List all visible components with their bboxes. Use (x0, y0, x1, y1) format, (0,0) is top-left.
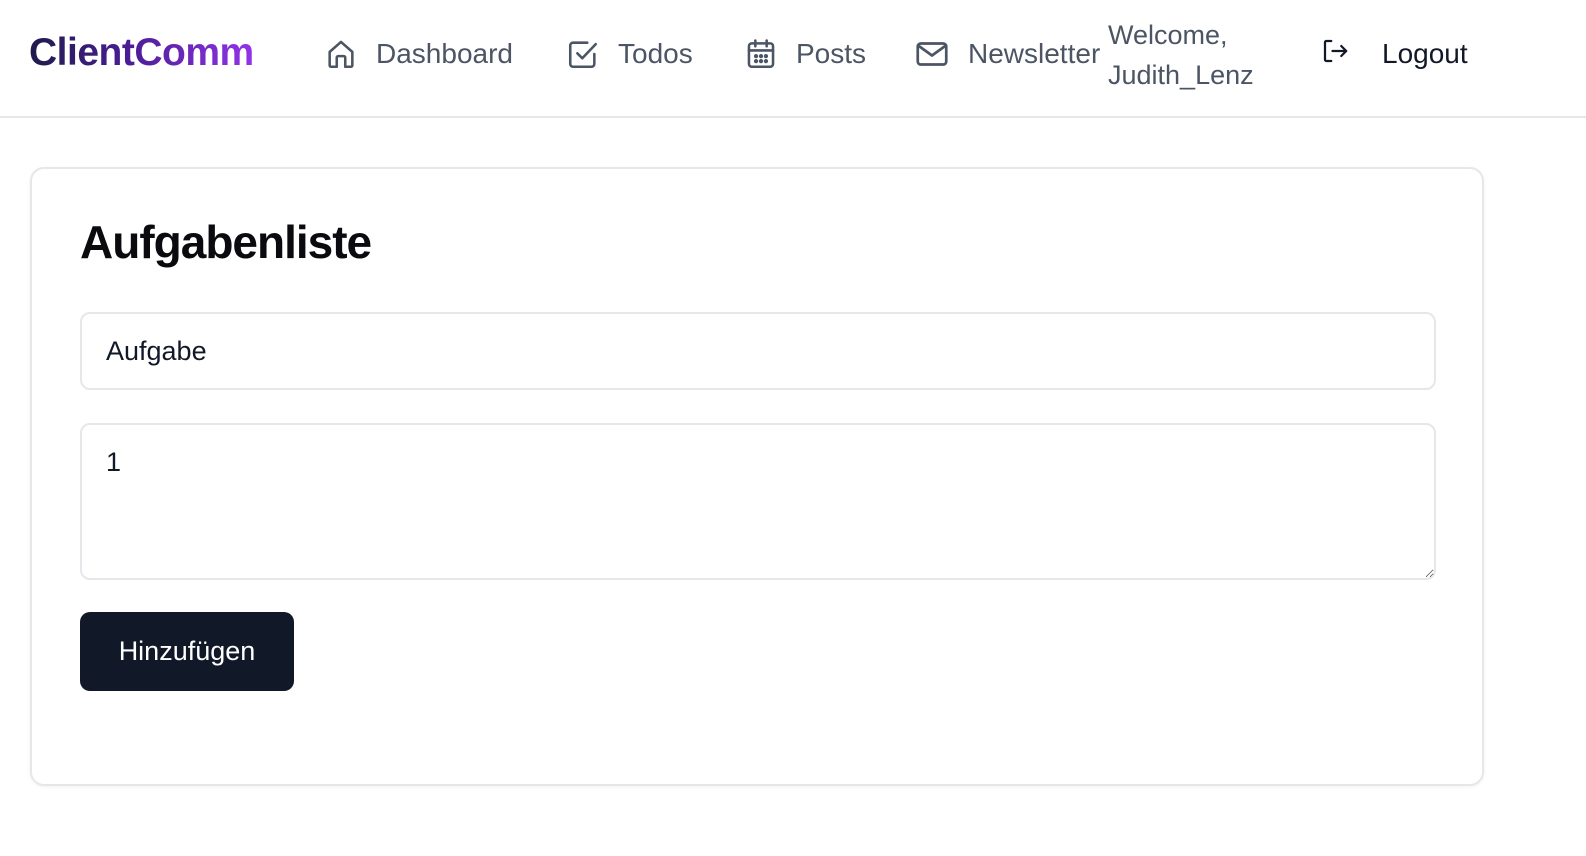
home-icon (324, 36, 358, 72)
logout-icon (1320, 35, 1350, 74)
page-title: Aufgabenliste (80, 216, 372, 268)
nav-label-newsletter: Newsletter (968, 38, 1101, 69)
mail-icon (914, 36, 950, 72)
welcome-username: Judith_Lenz (1108, 60, 1254, 90)
checkbox-icon (566, 36, 600, 72)
add-todo-button[interactable]: Hinzufügen (80, 612, 294, 691)
nav-label-posts: Posts (796, 38, 867, 69)
nav-label-todos: Todos (618, 38, 693, 69)
logout-label: Logout (1382, 38, 1468, 69)
brand-logo[interactable]: ClientComm (29, 30, 254, 76)
todo-description-textarea[interactable]: 1 (80, 423, 1436, 580)
todo-form-card: Aufgabenliste 1 Hinzufügen (30, 167, 1484, 786)
top-navbar: ClientComm Dashboard Todos Posts Newslet… (0, 0, 1586, 118)
welcome-greeting: Welcome, (1108, 20, 1228, 50)
calendar-icon (744, 36, 778, 72)
nav-item-posts[interactable]: Posts (744, 32, 866, 76)
nav-item-todos[interactable]: Todos (566, 32, 693, 76)
welcome-message: Welcome, Judith_Lenz (1108, 15, 1298, 95)
nav-item-newsletter[interactable]: Newsletter (914, 32, 1100, 76)
nav-label-dashboard: Dashboard (376, 38, 513, 69)
logout-button[interactable]: Logout (1320, 32, 1468, 76)
nav-item-dashboard[interactable]: Dashboard (324, 32, 513, 76)
todo-title-input[interactable] (80, 312, 1436, 390)
